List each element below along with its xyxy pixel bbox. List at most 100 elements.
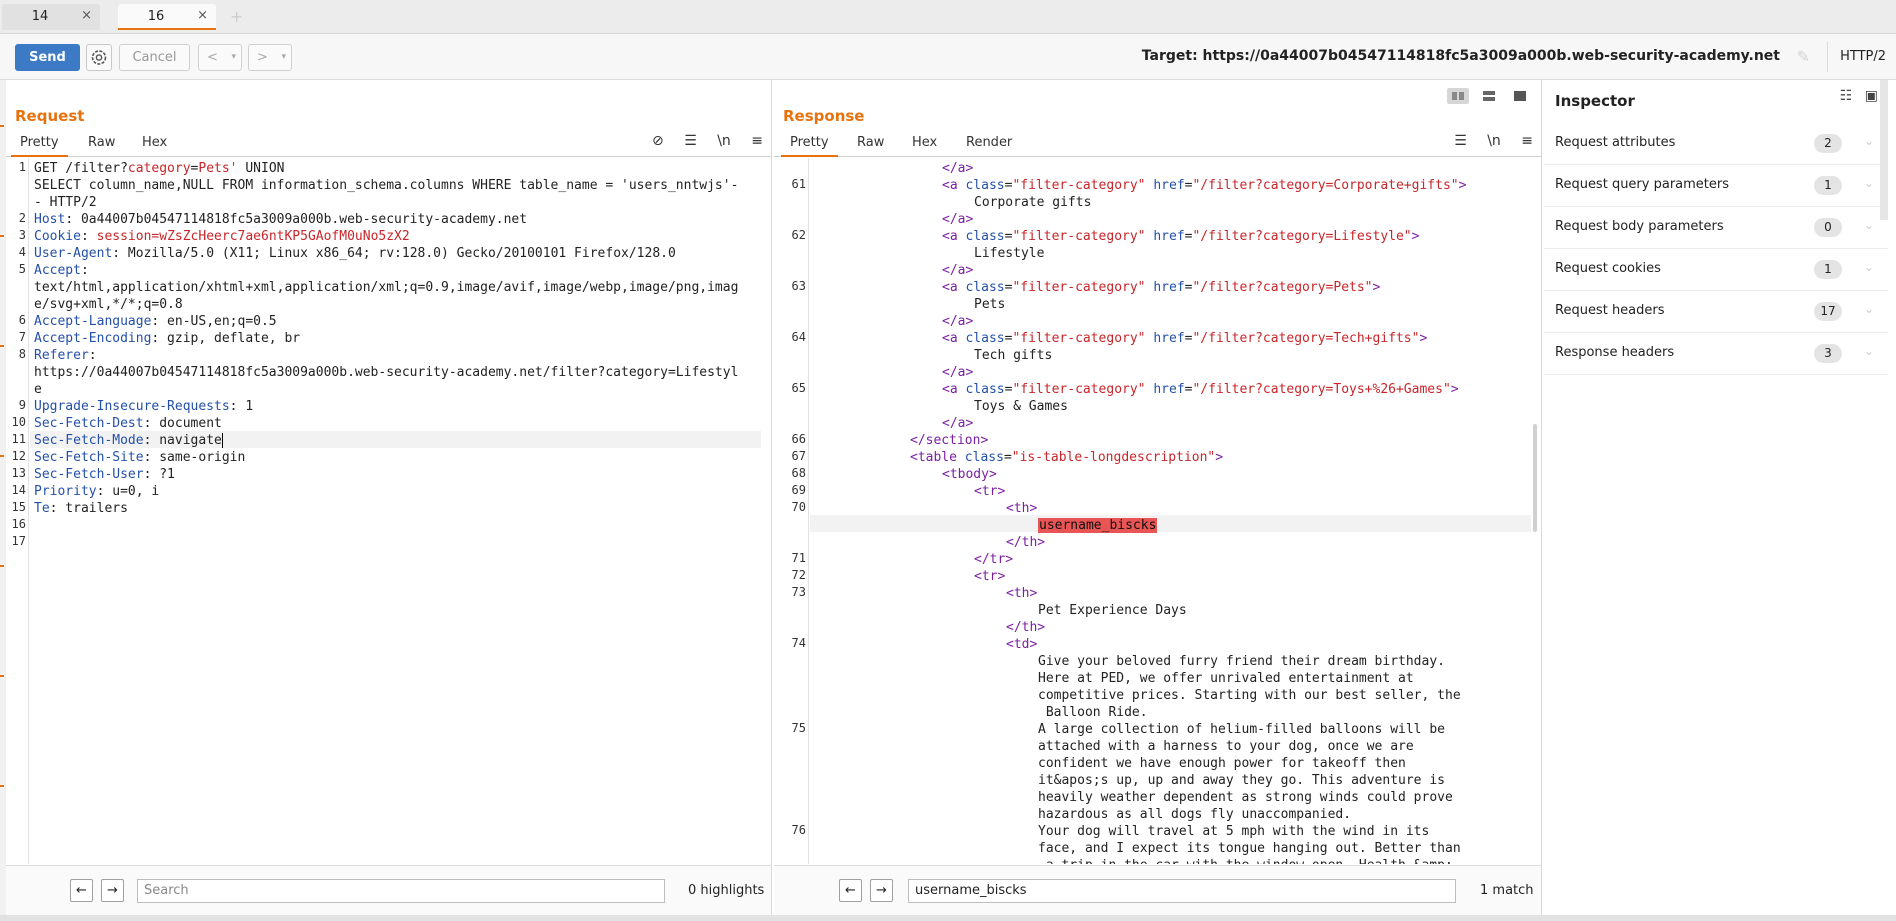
code-line: <th> [1006,585,1037,602]
split-horizontal-icon[interactable] [1446,88,1469,104]
html-string: "filter-category" [1012,229,1146,244]
inspector-row[interactable]: Request attributes 2 ⌄ [1544,123,1888,165]
back-button[interactable]: < ▾ [198,44,242,71]
tab-14[interactable]: 14 × [2,4,100,30]
code-line: </a> [942,415,973,432]
tab-render[interactable]: Render [966,135,1012,150]
line-number: 62 [791,228,806,242]
tab-pretty[interactable]: Pretty [781,135,838,157]
html-text: Your dog will travel at 5 mph with the w… [1038,824,1430,839]
html-string: "/filter?category=Tech+gifts" [1192,331,1420,346]
line-number: 12 [11,449,26,463]
html-tag: > [1458,178,1467,193]
hide-icon[interactable]: ⊘ [652,133,664,149]
tab-close-icon[interactable]: × [197,8,208,23]
line-number: 72 [791,568,806,582]
code-line: https://0a44007b04547114818fc5a3009a000b… [34,364,738,381]
request-editor[interactable]: 1 2 3 4 5 6 7 8 9 10 11 12 13 14 15 16 17 GET /filter?ca… [6,158,771,864]
chevron-down-icon[interactable]: ▾ [281,45,286,70]
html-text: Toys & Games [974,399,1068,414]
newline-icon[interactable]: \n [1487,133,1501,149]
html-tag: <a [942,178,966,193]
next-match-button[interactable]: → [101,879,124,902]
rail-marker [0,235,4,237]
html-string: "filter-category" [1012,280,1146,295]
count-badge: 2 [1814,134,1842,153]
chevron-down-icon[interactable]: ⌄ [1864,134,1874,148]
inspector-scrollbar[interactable] [1880,80,1888,220]
request-subtabs: Pretty Raw Hex ⊘ ☰ \n ≡ [6,131,771,157]
tab-16[interactable]: 16 × [118,4,216,30]
panel-view-icon[interactable]: ▣ [1865,88,1878,104]
code-line: Referer: [34,347,97,364]
list-view-icon[interactable]: ☷ [1840,88,1853,104]
request-search-input[interactable]: Search [137,879,665,903]
add-tab-icon[interactable]: + [230,7,243,26]
tab-close-icon[interactable]: × [81,8,92,23]
html-attr: href [1153,178,1185,193]
chevron-down-icon[interactable]: ⌄ [1864,302,1874,316]
html-tag: <th> [1006,586,1038,601]
menu-icon[interactable]: ≡ [751,133,763,149]
query-param-name: category [127,161,191,176]
code-line: Cookie: session=wZsZcHeerc7ae6ntKP5GAofM… [34,228,410,245]
tab-raw[interactable]: Raw [88,135,115,150]
next-match-button[interactable]: → [870,879,893,902]
html-tag: > [1215,450,1224,465]
count-badge: 1 [1814,260,1842,279]
tab-raw[interactable]: Raw [857,135,884,150]
inspector-row[interactable]: Response headers 3 ⌄ [1544,333,1888,375]
html-text: face, and I expect its tongue hanging ou… [1038,841,1461,856]
search-match-highlight: username_biscks [1038,518,1158,533]
split-vertical-icon[interactable] [1478,88,1500,104]
code-line: Host: 0a44007b04547114818fc5a3009a000b.w… [34,211,527,228]
protocol-label[interactable]: HTTP/2 [1827,42,1886,72]
response-editor-icons: ☰ \n ≡ [1438,133,1533,149]
chevron-down-icon[interactable]: ⌄ [1864,218,1874,232]
wrap-icon[interactable]: ☰ [1454,133,1467,149]
code-line: <a class="filter-category" href="/filter… [942,228,1419,245]
response-search-input[interactable]: username_biscks [908,879,1456,903]
cancel-button[interactable]: Cancel [119,44,190,71]
html-text: A large collection of helium-filled ball… [1038,722,1445,737]
target-url: Target: https://0a44007b04547114818fc5a3… [1141,48,1780,64]
line-number: 69 [791,483,806,497]
menu-icon[interactable]: ≡ [1521,133,1533,149]
settings-gear-icon[interactable] [86,44,112,71]
scrollbar-thumb[interactable] [1533,424,1537,532]
chevron-down-icon[interactable]: ▾ [231,45,236,70]
line-number: 71 [791,551,806,565]
wrap-icon[interactable]: ☰ [684,133,697,149]
response-editor[interactable]: 61 62 63 64 65 66 67 68 69 70 71 72 73 74 75 76 </a> <a … [774,158,1541,864]
edit-pencil-icon[interactable]: ✎ [1797,47,1810,66]
inspector-row-label: Request query parameters [1555,177,1730,192]
inspector-row[interactable]: Request query parameters 1 ⌄ [1544,165,1888,207]
code-line: </section> [910,432,988,449]
inspector-row-label: Request body parameters [1555,219,1724,234]
prev-match-button[interactable]: ← [70,879,93,902]
send-button[interactable]: Send [15,44,80,71]
code-line: e/svg+xml,*/*;q=0.8 [34,296,183,313]
header-value: : [80,229,97,244]
single-view-icon[interactable] [1509,88,1531,104]
prev-match-button[interactable]: ← [839,879,862,902]
html-text: a trip in the car with the window open. … [1038,858,1453,864]
chevron-down-icon[interactable]: ⌄ [1864,176,1874,190]
inspector-row[interactable]: Request cookies 1 ⌄ [1544,249,1888,291]
chevron-down-icon[interactable]: ⌄ [1864,344,1874,358]
tab-hex[interactable]: Hex [912,135,937,150]
inspector-row[interactable]: Request body parameters 0 ⌄ [1544,207,1888,249]
rail-marker [0,345,4,347]
newline-icon[interactable]: \n [717,133,731,149]
chevron-down-icon[interactable]: ⌄ [1864,260,1874,274]
inspector-row[interactable]: Request headers 17 ⌄ [1544,291,1888,333]
tab-hex[interactable]: Hex [142,135,167,150]
forward-button[interactable]: > ▾ [248,44,292,71]
html-tag: <a [942,331,966,346]
header-value: : u=0, i [96,484,160,499]
code-line: e [34,381,42,398]
tab-pretty[interactable]: Pretty [11,135,68,157]
header-value: : same-origin [143,450,246,465]
tab-label: 14 [31,9,49,24]
header-value: : 1 [229,399,254,414]
